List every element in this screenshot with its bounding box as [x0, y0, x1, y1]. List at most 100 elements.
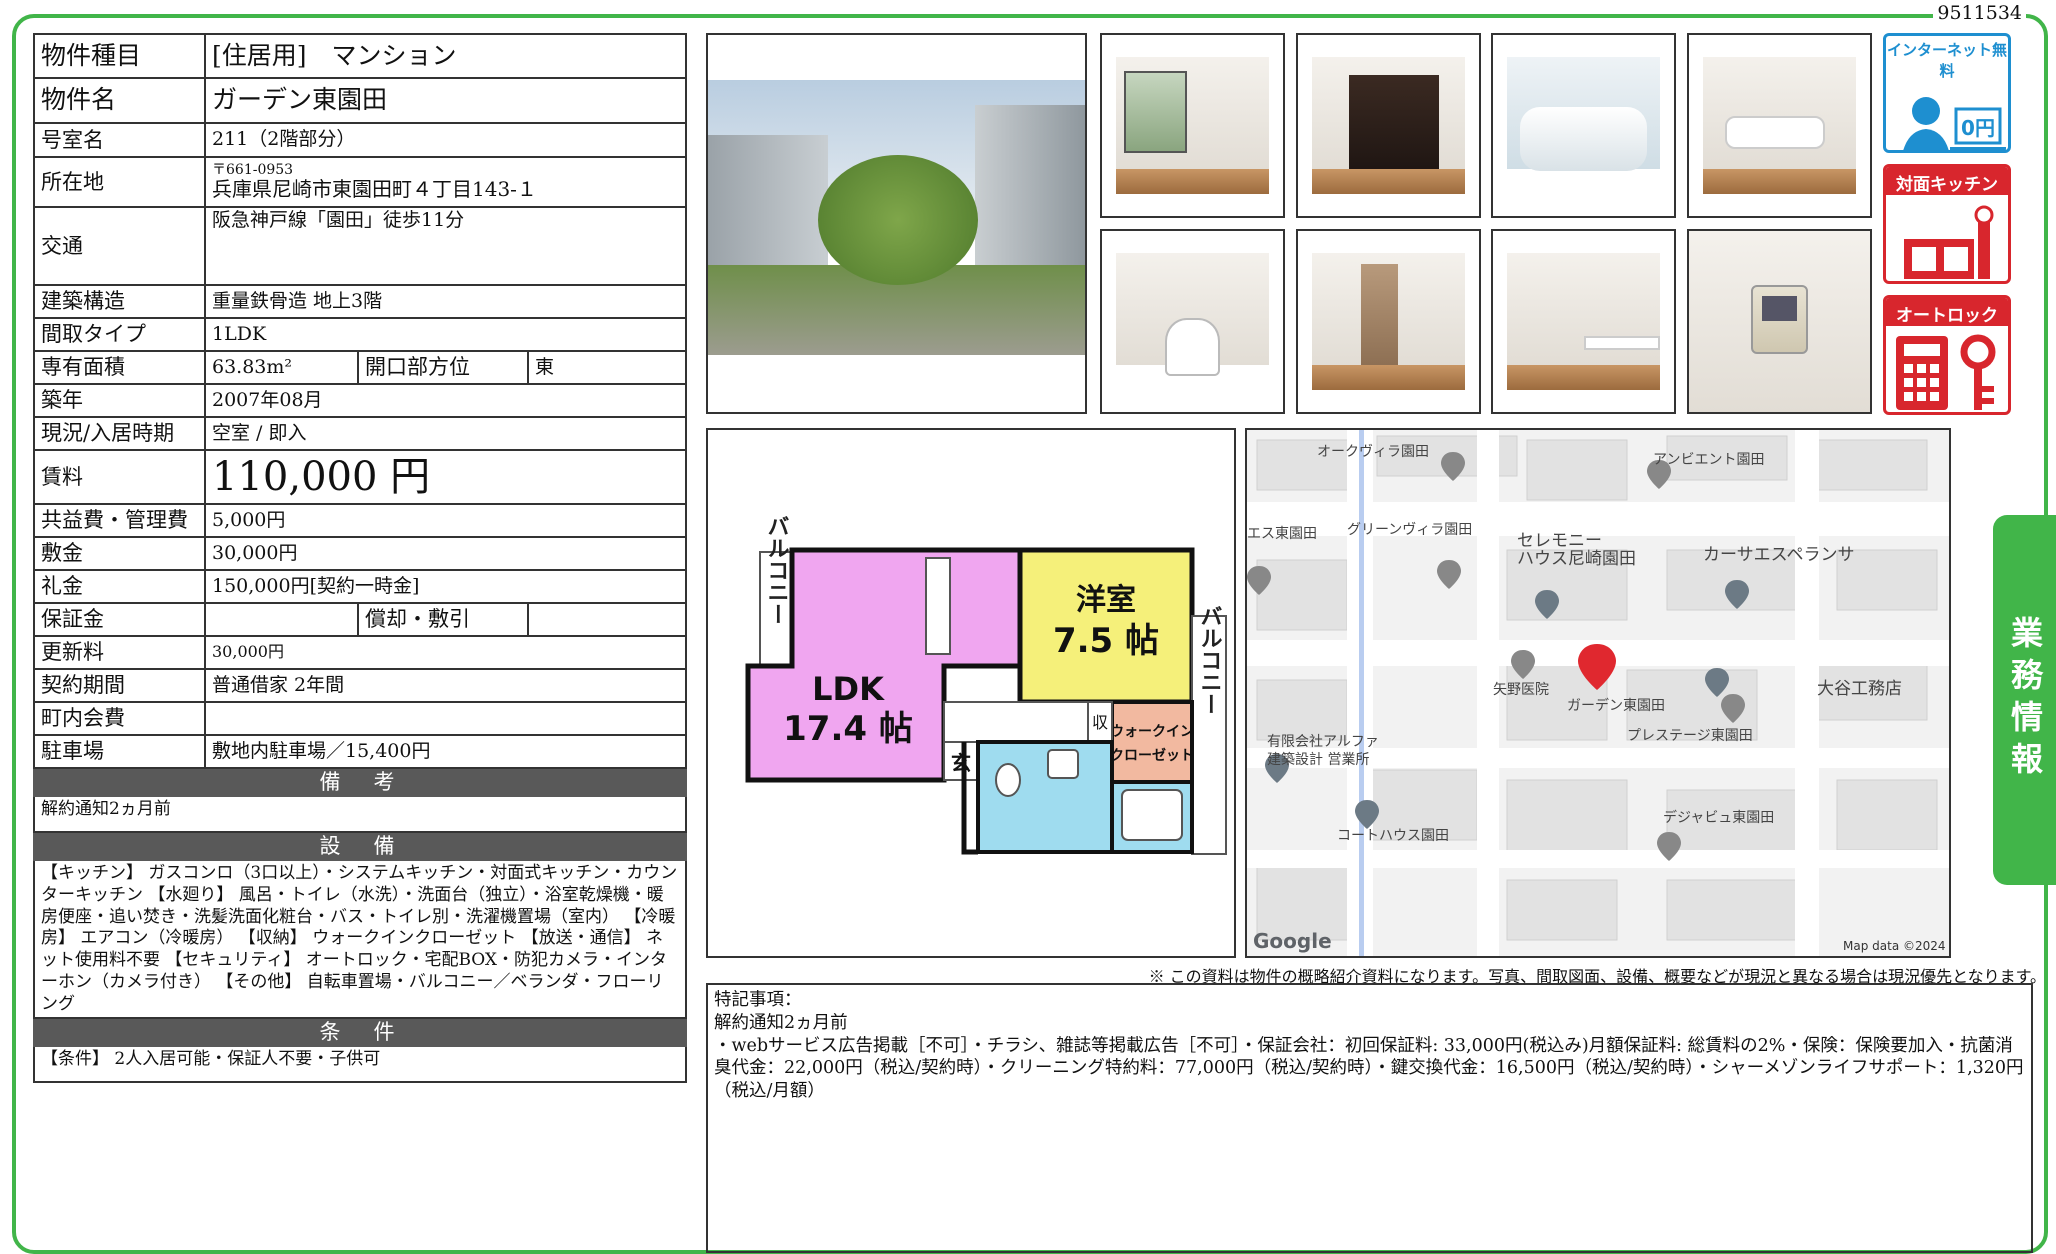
key-money-label: 礼金 [33, 569, 206, 604]
counter-kitchen-badge: 対面キッチン [1883, 164, 2011, 284]
internet-free-badge: インターネット無料 0円 [1883, 33, 2011, 153]
keypad-lock-icon [1896, 334, 1996, 410]
toilet [995, 763, 1021, 797]
location-map[interactable]: オークヴィラ園田 アンビエント園田 エス東園田 グリーンヴィラ園田 セレモニー ハウス尼崎… [1245, 428, 1951, 958]
wic-label-2: クローゼット [1110, 747, 1194, 764]
name-label: 物件名 [33, 77, 206, 124]
remarks-text: 解約通知2ヵ月前 [33, 795, 687, 833]
autolock-badge: オートロック [1883, 295, 2011, 415]
structure-label: 建築構造 [33, 284, 206, 319]
room-label: 号室名 [33, 122, 206, 158]
layout-value: 1LDK [204, 317, 687, 352]
map-pin-icon [1441, 452, 1465, 481]
floor-plan[interactable]: バルコニー LDK 17.4 帖 洋室 7.5 帖 バルコニー ウォークイン ク… [706, 428, 1236, 958]
bath-area [976, 740, 1114, 854]
photo-intercom[interactable] [1687, 229, 1872, 414]
room-value: 211（2階部分） [204, 122, 687, 158]
internet-free-text: インターネット無料 [1886, 41, 2007, 80]
term-label: 契約期間 [33, 668, 206, 703]
property-spec-table: 物件種目 [住居用] マンション 物件名 ガーデン東園田 号室名 211（2階部分） … [33, 33, 687, 1084]
photo-walk-in-closet[interactable] [1491, 229, 1676, 414]
term-value: 普通借家 2年間 [204, 668, 687, 703]
fee-value: 5,000円 [204, 503, 687, 538]
guarantee-value [204, 602, 359, 637]
remarks-title: 備 考 [33, 767, 687, 797]
conditions-text: 【条件】 2人入居可能・保証人不要・子供可 [33, 1045, 687, 1084]
direction-value: 東 [527, 350, 687, 385]
renewal-label: 更新料 [33, 635, 206, 670]
map-label: ハウス尼崎園田 [1517, 549, 1636, 569]
address-value: 兵庫県尼崎市東園田町４丁目143-１ [212, 177, 537, 202]
map-label: グリーンヴィラ園田 [1347, 521, 1472, 538]
special-notes-title: 特記事項： [714, 990, 802, 1010]
type-label: 物件種目 [33, 33, 206, 79]
built-label: 築年 [33, 383, 206, 418]
structure-value: 重量鉄骨造 地上3階 [204, 284, 687, 319]
direction-label: 開口部方位 [357, 350, 529, 385]
rent-value: 110,000 円 [204, 449, 687, 505]
map-label: プレステージ東園田 [1627, 728, 1753, 744]
zero-yen-text: 0円 [1961, 116, 1995, 140]
balcony-left-label: バルコニー [764, 515, 789, 625]
address-zip: 〒661-0953 [212, 161, 294, 178]
transport-value: 阪急神戸線「園田」徒歩11分 [204, 206, 687, 286]
address-label: 所在地 [33, 156, 206, 208]
western-label: 洋室 [1076, 583, 1136, 618]
special-notes-line1: 解約通知2ヵ月前 [714, 1012, 848, 1033]
address-cell: 〒661-0953 兵庫県尼崎市東園田町４丁目143-１ [204, 156, 687, 208]
photo-toilet[interactable] [1100, 229, 1285, 414]
western-size: 7.5 帖 [1053, 621, 1159, 661]
photo-living-room[interactable] [1100, 33, 1285, 218]
key-money-value: 150,000円[契約一時金] [204, 569, 687, 604]
exterior-photo[interactable] [706, 33, 1087, 414]
photo-bathroom[interactable] [1491, 33, 1676, 218]
deposit-value: 30,000円 [204, 536, 687, 571]
built-value: 2007年08月 [204, 383, 687, 418]
map-label: カーサエスペランサ [1703, 545, 1854, 565]
hallway [943, 701, 1089, 743]
business-info-tab[interactable]: 業務情報 [1993, 515, 2056, 885]
photo-kitchen[interactable] [1296, 33, 1481, 218]
counter-kitchen-text: 対面キッチン [1886, 167, 2008, 195]
type-value: [住居用] マンション [204, 33, 687, 79]
transport-label: 交通 [33, 206, 206, 286]
photo-washroom[interactable] [1687, 33, 1872, 218]
area-value: 63.83m² [204, 350, 359, 385]
person-laptop-icon: 0円 [1903, 97, 2006, 150]
status-value: 空室 / 即入 [204, 416, 687, 451]
guarantee-label: 保証金 [33, 602, 206, 637]
fee-label: 共益費・管理費 [33, 503, 206, 538]
association-label: 町内会費 [33, 701, 206, 736]
ldk-size: 17.4 帖 [783, 709, 913, 749]
association-value [204, 701, 687, 736]
renewal-value: 30,000円 [204, 635, 687, 670]
conditions-title: 条 件 [33, 1017, 687, 1048]
bathtub [1121, 789, 1183, 841]
equipment-title: 設 備 [33, 831, 687, 861]
map-label: エス東園田 [1247, 526, 1317, 542]
amortization-label: 償却・敷引 [357, 602, 529, 637]
google-logo: Google [1253, 929, 1332, 953]
photo-western-room[interactable] [1296, 229, 1481, 414]
map-label: デジャビュ東園田 [1663, 809, 1774, 826]
parking-label: 駐車場 [33, 734, 206, 769]
map-pin-icon [1437, 560, 1461, 589]
ldk-label: LDK [812, 670, 885, 708]
parking-value: 敷地内駐車場／15,400円 [204, 734, 687, 769]
status-label: 現況/入居時期 [33, 416, 206, 451]
map-canvas: オークヴィラ園田 アンビエント園田エス東園田 グリーンヴィラ園田セレモニーハウス尼崎… [1247, 430, 1949, 956]
map-label: アンビエント園田 [1653, 452, 1764, 468]
autolock-text: オートロック [1886, 298, 2008, 326]
storage-label: 収 [1092, 713, 1108, 732]
document-id: 9511534 [1933, 2, 2026, 24]
equipment-text: 【キッチン】 ガスコンロ（3口以上）・システムキッチン・対面式キッチン・カウンタ… [33, 858, 687, 1020]
kitchen-counter [925, 557, 951, 655]
washbasin [1047, 749, 1079, 779]
map-label: 大谷工務店 [1817, 679, 1902, 699]
layout-label: 間取タイプ [33, 317, 206, 352]
rent-label: 賃料 [33, 449, 206, 505]
map-label: 矢野医院 [1493, 682, 1549, 698]
map-label: ガーデン東園田 [1567, 697, 1665, 714]
amortization-value [527, 602, 687, 637]
floor-plan-drawing: バルコニー LDK 17.4 帖 洋室 7.5 帖 バルコニー ウォークイン ク… [745, 515, 1227, 855]
